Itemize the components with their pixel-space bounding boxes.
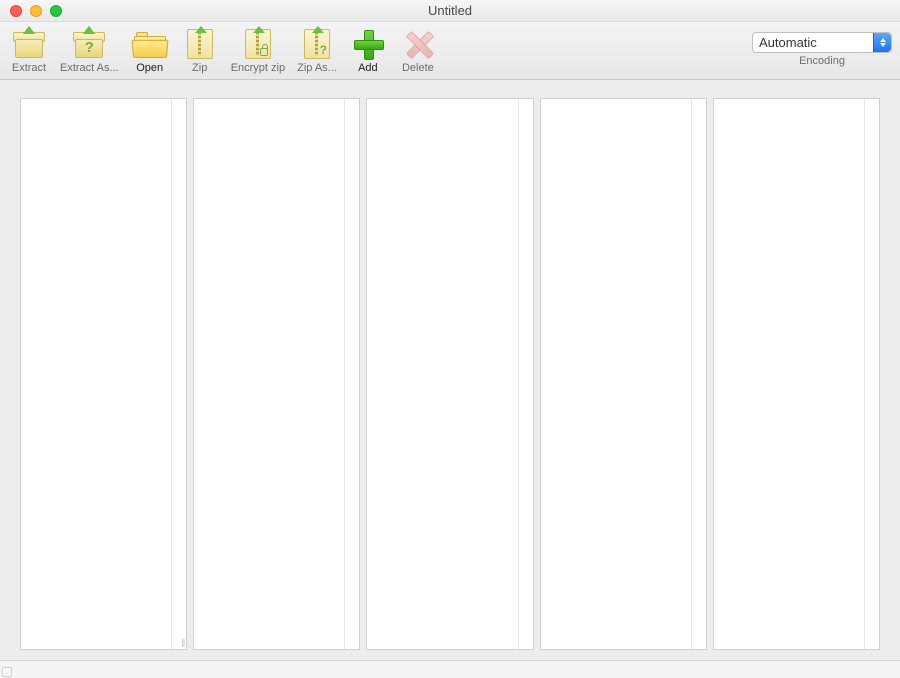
column-divider bbox=[864, 99, 865, 649]
window-controls bbox=[0, 5, 62, 17]
plus-icon bbox=[353, 29, 383, 59]
browser-column[interactable] bbox=[366, 98, 533, 650]
status-text: . bbox=[6, 667, 8, 676]
folder-open-icon bbox=[133, 30, 167, 58]
select-stepper-icon bbox=[873, 33, 891, 52]
zip-icon bbox=[187, 29, 213, 59]
window-minimize-button[interactable] bbox=[30, 5, 42, 17]
column-divider bbox=[691, 99, 692, 649]
window-title: Untitled bbox=[0, 3, 900, 18]
zip-button[interactable]: Zip bbox=[177, 24, 223, 78]
zip-as-label: Zip As... bbox=[297, 62, 337, 74]
browser-column[interactable] bbox=[193, 98, 360, 650]
add-label: Add bbox=[358, 62, 378, 74]
statusbar: . bbox=[0, 660, 900, 678]
zip-as-button[interactable]: ? Zip As... bbox=[293, 24, 341, 78]
column-divider bbox=[344, 99, 345, 649]
zip-label: Zip bbox=[192, 62, 207, 74]
extract-icon bbox=[13, 29, 45, 59]
delete-x-icon bbox=[403, 29, 433, 59]
delete-button[interactable]: Delete bbox=[395, 24, 441, 78]
titlebar: Untitled bbox=[0, 0, 900, 22]
column-browser: || bbox=[0, 80, 900, 660]
browser-column[interactable] bbox=[713, 98, 880, 650]
open-label: Open bbox=[136, 62, 163, 74]
extract-as-label: Extract As... bbox=[60, 62, 119, 74]
extract-label: Extract bbox=[12, 62, 46, 74]
encoding-caption: Encoding bbox=[799, 55, 845, 67]
column-resize-handle-icon[interactable]: || bbox=[182, 637, 185, 647]
encoding-group: Automatic Encoding bbox=[752, 32, 892, 69]
browser-column[interactable] bbox=[540, 98, 707, 650]
extract-as-icon: ? bbox=[73, 29, 105, 59]
extract-button[interactable]: Extract bbox=[6, 24, 52, 78]
zip-as-icon: ? bbox=[304, 29, 330, 59]
encrypt-zip-button[interactable]: Encrypt zip bbox=[227, 24, 289, 78]
open-button[interactable]: Open bbox=[127, 24, 173, 78]
encrypt-zip-label: Encrypt zip bbox=[231, 62, 285, 74]
extract-as-button[interactable]: ? Extract As... bbox=[56, 24, 123, 78]
browser-column[interactable]: || bbox=[20, 98, 187, 650]
encrypt-zip-icon bbox=[245, 29, 271, 59]
delete-label: Delete bbox=[402, 62, 434, 74]
status-grip-icon[interactable]: . bbox=[2, 667, 12, 677]
encoding-select[interactable]: Automatic bbox=[752, 32, 892, 53]
window-close-button[interactable] bbox=[10, 5, 22, 17]
window-zoom-button[interactable] bbox=[50, 5, 62, 17]
column-divider bbox=[171, 99, 172, 649]
toolbar: Extract ? Extract As... Open bbox=[0, 22, 900, 80]
encoding-selected-value: Automatic bbox=[759, 35, 817, 50]
column-divider bbox=[518, 99, 519, 649]
add-button[interactable]: Add bbox=[345, 24, 391, 78]
